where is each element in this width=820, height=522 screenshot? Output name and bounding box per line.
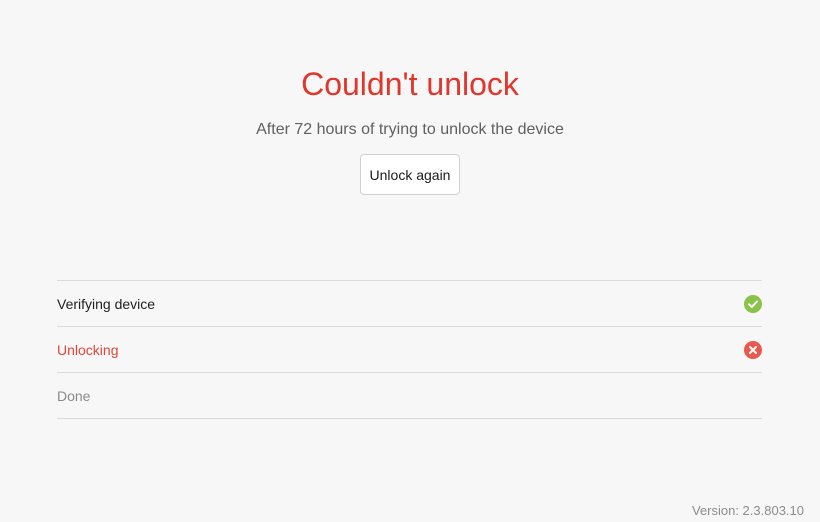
page-subtitle: After 72 hours of trying to unlock the d…	[256, 121, 564, 138]
step-done: Done	[57, 373, 762, 419]
step-label: Unlocking	[57, 341, 119, 358]
progress-steps: Verifying device Unlocking Done	[57, 280, 762, 419]
page-title: Couldn't unlock	[301, 66, 519, 102]
step-label: Verifying device	[57, 295, 156, 312]
unlock-again-button[interactable]: Unlock again	[360, 154, 460, 195]
check-circle-icon	[744, 294, 762, 313]
step-label: Done	[57, 387, 91, 404]
step-verifying-device: Verifying device	[57, 281, 762, 327]
step-unlocking: Unlocking	[57, 327, 762, 373]
close-circle-icon	[744, 340, 762, 359]
version-label: Version: 2.3.803.10	[691, 503, 804, 518]
